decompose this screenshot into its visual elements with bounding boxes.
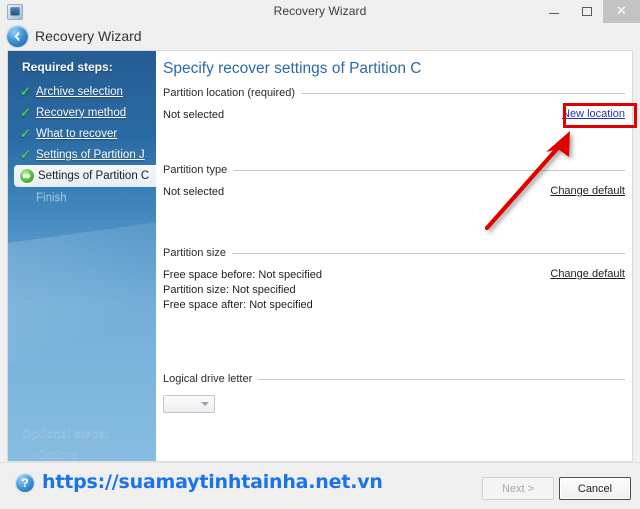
sidebar-item-recovery-method[interactable]: ✓ Recovery method — [8, 102, 156, 123]
close-icon: ✕ — [616, 4, 627, 19]
current-step-arrow-icon — [20, 169, 34, 183]
sidebar-item-finish: Finish — [8, 187, 156, 208]
sidebar-item-settings-partition-j[interactable]: ✓ Settings of Partition J — [8, 144, 156, 165]
maximize-button[interactable] — [570, 0, 603, 23]
check-icon: ✓ — [20, 126, 31, 141]
wizard-header: Recovery Wizard — [0, 23, 640, 50]
section-body: Not selected New location — [163, 108, 625, 123]
section-divider — [301, 92, 625, 94]
drive-letter-select[interactable] — [163, 395, 215, 413]
back-arrow-icon[interactable] — [7, 26, 28, 47]
new-location-link[interactable]: New location — [562, 108, 625, 120]
next-button-label: Next > — [501, 482, 535, 495]
steps-sidebar: Required steps: ✓ Archive selection ✓ Re… — [8, 51, 156, 461]
footer-bar: ? https://suamaytinhtainha.net.vn Next >… — [0, 462, 640, 509]
sidebar-item-what-to-recover[interactable]: ✓ What to recover — [8, 123, 156, 144]
sidebar-optional-title: Optional steps: — [22, 426, 110, 440]
check-icon: ✓ — [20, 147, 31, 162]
sidebar-optional-section: Optional steps: Options — [22, 426, 152, 461]
partition-size-change-default-link[interactable]: Change default — [550, 268, 625, 280]
section-divider — [233, 169, 625, 171]
sidebar-item-settings-partition-c[interactable]: Settings of Partition C — [14, 165, 156, 187]
sidebar-item-label: Options — [38, 449, 78, 461]
sidebar-item-label: Archive selection — [36, 85, 123, 98]
partition-type-change-default-link[interactable]: Change default — [550, 185, 625, 197]
recovery-wizard-window: Recovery Wizard ✕ Recovery Wizard Requir… — [0, 0, 640, 509]
section-label: Partition location (required) — [163, 87, 296, 99]
section-logical-drive-letter: Logical drive letter — [163, 373, 625, 413]
section-partition-location: Partition location (required) Not select… — [163, 87, 625, 123]
sidebar-title: Required steps: — [22, 60, 113, 74]
wizard-title: Recovery Wizard — [35, 28, 142, 44]
section-label: Partition size — [163, 247, 226, 259]
check-icon: ✓ — [20, 84, 31, 99]
close-button[interactable]: ✕ — [603, 0, 640, 23]
sidebar-item-label: What to recover — [36, 127, 118, 140]
section-body: Not selected Change default — [163, 185, 625, 200]
section-header: Partition size — [163, 247, 625, 259]
sidebar-item-label: Recovery method — [36, 106, 127, 119]
maximize-icon — [581, 7, 592, 16]
chevron-down-icon — [201, 402, 209, 406]
sidebar-item-options[interactable]: Options — [38, 449, 152, 461]
page-title: Specify recover settings of Partition C — [163, 60, 422, 77]
partition-size-value: Partition size: Not specified — [163, 284, 296, 296]
sidebar-item-label: Settings of Partition C — [38, 170, 150, 182]
watermark-url: https://suamaytinhtainha.net.vn — [42, 471, 383, 493]
section-divider — [258, 378, 625, 380]
section-partition-type: Partition type Not selected Change defau… — [163, 164, 625, 200]
check-icon: ✓ — [20, 105, 31, 120]
title-bar: Recovery Wizard ✕ — [0, 0, 640, 24]
help-question-icon[interactable]: ? — [16, 474, 34, 492]
content-pane: Specify recover settings of Partition C … — [156, 51, 632, 461]
section-header: Partition type — [163, 164, 625, 176]
free-space-after-value: Free space after: Not specified — [163, 299, 313, 311]
section-partition-size: Partition size Free space before: Not sp… — [163, 247, 625, 313]
partition-location-value: Not selected — [163, 109, 225, 121]
sidebar-item-archive-selection[interactable]: ✓ Archive selection — [8, 81, 156, 102]
section-header: Partition location (required) — [163, 87, 625, 99]
wizard-frame: Required steps: ✓ Archive selection ✓ Re… — [7, 50, 633, 462]
section-header: Logical drive letter — [163, 373, 625, 385]
cancel-button-label: Cancel — [577, 482, 613, 495]
minimize-icon — [548, 13, 559, 14]
next-button[interactable]: Next > — [482, 477, 554, 500]
cancel-button[interactable]: Cancel — [559, 477, 631, 500]
section-label: Logical drive letter — [163, 373, 253, 385]
minimize-button[interactable] — [537, 0, 570, 23]
sidebar-item-label: Settings of Partition J — [36, 148, 145, 161]
sidebar-step-list: ✓ Archive selection ✓ Recovery method ✓ … — [8, 81, 156, 208]
section-body: Free space before: Not specified Partiti… — [163, 268, 625, 313]
window-controls: ✕ — [537, 0, 640, 23]
sidebar-item-label: Finish — [36, 191, 67, 204]
section-divider — [231, 252, 625, 254]
section-label: Partition type — [163, 164, 228, 176]
